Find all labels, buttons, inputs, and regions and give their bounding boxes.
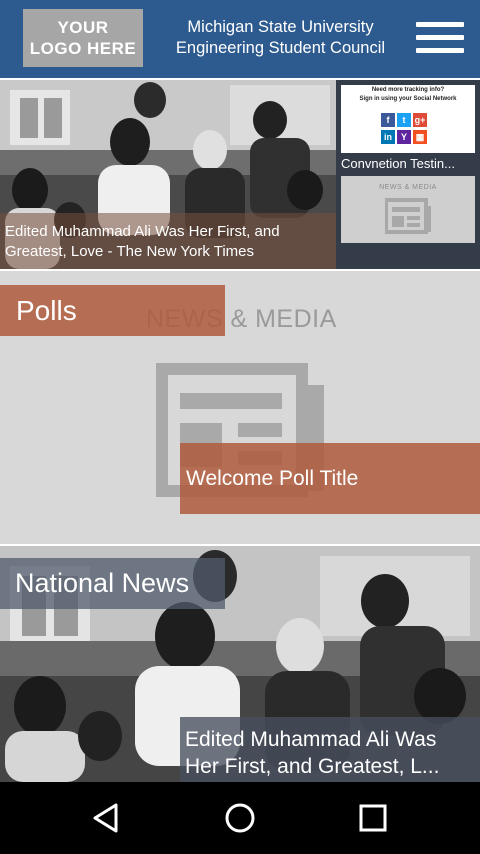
thumbnail-social-login[interactable]: Need more tracking info? Sign in using y… (341, 85, 475, 153)
social-icons: f t g+ in Y ▦ (381, 113, 433, 145)
national-news-caption[interactable]: Edited Muhammad Ali Was Her First, and G… (180, 717, 480, 782)
hamburger-menu-icon[interactable] (416, 22, 466, 54)
national-news-section[interactable]: National News Edited Muhammad Ali Was He… (0, 546, 480, 782)
logo-placeholder[interactable]: YOUR LOGO HERE (23, 9, 143, 67)
recents-icon[interactable] (353, 798, 393, 838)
app-header: YOUR LOGO HERE Michigan State University… (0, 0, 480, 78)
national-news-caption-line2: Her First, and Greatest, L... (185, 755, 440, 778)
national-news-heading: National News (0, 558, 225, 609)
logo-text-line1: YOUR (57, 18, 109, 37)
polls-section[interactable]: NEWS & MEDIA Polls Welcome Poll Title (0, 271, 480, 544)
national-news-caption-line1: Edited Muhammad Ali Was (185, 728, 437, 751)
social-banner-line2: Sign in using your Social Network (359, 96, 457, 102)
back-icon[interactable] (86, 798, 126, 838)
featured-caption-line2: Greatest, Love - The New York Times (5, 243, 255, 260)
microsoft-icon: ▦ (413, 130, 427, 144)
yahoo-icon: Y (397, 130, 411, 144)
thumbnail-news-media[interactable]: NEWS & MEDIA (341, 176, 475, 243)
thumbnail-label[interactable]: Convnetion Testin... (341, 156, 477, 172)
twitter-icon: t (397, 113, 411, 127)
app-title: Michigan State University Engineering St… (158, 17, 403, 59)
app-title-line1: Michigan State University (187, 18, 374, 36)
featured-caption[interactable]: Edited Muhammad Ali Was Her First, and G… (0, 213, 336, 269)
app-title-line2: Engineering Student Council (175, 39, 386, 57)
home-icon[interactable] (220, 798, 260, 838)
thumbnail-media-label: NEWS & MEDIA (379, 184, 437, 191)
featured-news-section: Edited Muhammad Ali Was Her First, and G… (0, 80, 480, 269)
logo-text-line2: LOGO HERE (29, 39, 137, 58)
poll-title[interactable]: Welcome Poll Title (180, 443, 480, 514)
system-navigation-bar (0, 782, 480, 854)
google-plus-icon: g+ (413, 113, 427, 127)
featured-caption-line1: Edited Muhammad Ali Was Her First, and (5, 223, 280, 240)
polls-heading: Polls (0, 285, 225, 336)
social-banner-line1: Need more tracking info? (371, 87, 445, 93)
newspaper-icon (385, 198, 431, 234)
facebook-icon: f (381, 113, 395, 127)
linkedin-icon: in (381, 130, 395, 144)
